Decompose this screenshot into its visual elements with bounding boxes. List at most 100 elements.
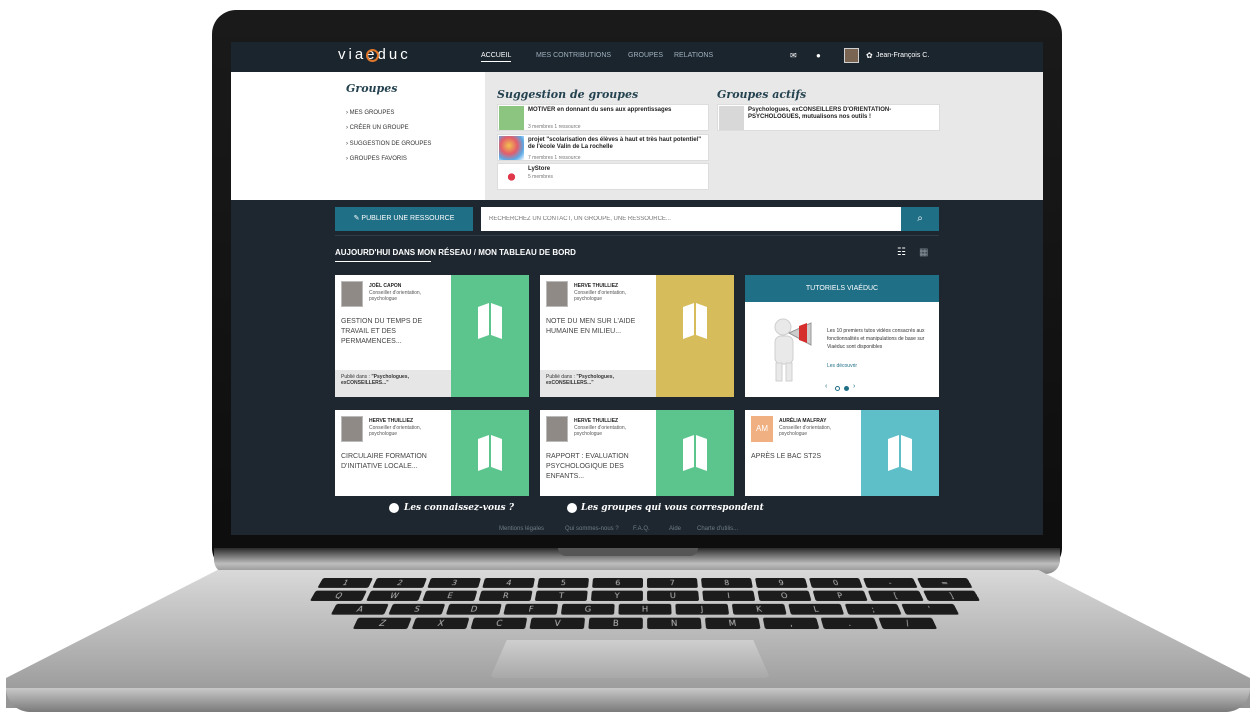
resource-card[interactable]: HERVE THUILLIEZ Conseiller d'orientation…: [540, 410, 734, 496]
resource-title[interactable]: GESTION DU TEMPS DE TRAVAIL ET DES PERMA…: [341, 317, 451, 347]
author-photo: [546, 416, 568, 442]
book-icon: [478, 303, 502, 339]
menu-item-creer-groupe[interactable]: › CRÉER UN GROUPE: [346, 125, 409, 131]
book-icon: [888, 435, 912, 471]
key: Y: [590, 590, 643, 601]
footer-link[interactable]: Charte d'utilis...: [697, 526, 738, 532]
key: 8: [701, 578, 753, 588]
author-name[interactable]: Aurélia MALFRAY: [779, 418, 826, 424]
suggestion-title[interactable]: projet "scolarisation des élèves à haut …: [528, 137, 708, 151]
footer-link[interactable]: Aide: [669, 526, 681, 532]
menu-item-suggestion-groupes[interactable]: › SUGGESTION DE GROUPES: [346, 141, 431, 147]
key: A: [330, 603, 389, 615]
key: [: [867, 590, 924, 601]
resource-card[interactable]: AM Aurélia MALFRAY Conseiller d'orientat…: [745, 410, 939, 496]
carousel-next-icon[interactable]: ›: [853, 383, 855, 390]
people-you-may-know-link[interactable]: Les connaissez-vous ?: [404, 503, 514, 513]
author-role: Conseiller d'orientation, psychologue: [574, 290, 627, 302]
active-group-title[interactable]: Psychologues, exCONSEILLERS D'ORIENTATIO…: [748, 107, 933, 121]
keyboard-row: Q W E R T Y U I O P [ ]: [213, 590, 1077, 601]
carousel-prev-icon[interactable]: ‹: [825, 383, 827, 390]
key: D: [445, 603, 502, 615]
resource-cover: [451, 275, 529, 397]
resource-title[interactable]: RAPPORT : EVALUATION PSYCHOLOGIQUE DES E…: [546, 452, 656, 482]
resource-title[interactable]: NOTE DU MEN SUR L'AIDE HUMAINE EN MILIEU…: [546, 317, 656, 337]
menu-item-label: MES GROUPES: [349, 110, 395, 116]
nav-item-groupes[interactable]: GROUPES: [628, 52, 663, 59]
key: B: [588, 617, 643, 630]
resource-cover: [861, 410, 939, 496]
key: M: [704, 617, 761, 630]
footer-link[interactable]: F.A.Q.: [633, 526, 650, 532]
key: X: [411, 617, 470, 630]
key: .: [820, 617, 879, 630]
author-initials-avatar: AM: [751, 416, 773, 442]
author-name[interactable]: HERVE THUILLIEZ: [574, 418, 618, 424]
search-button[interactable]: ⌕: [901, 207, 939, 231]
carousel-dot[interactable]: [835, 386, 840, 391]
tutorial-link[interactable]: Les découvrir: [827, 363, 857, 369]
footer-link[interactable]: Qui sommes-nous ?: [565, 526, 619, 532]
suggestions-panel: Suggestion de groupes MOTIVER en donnant…: [485, 72, 1043, 200]
author-name[interactable]: HERVE THUILLIEZ: [369, 418, 413, 424]
author-name[interactable]: Joël CAPON: [369, 283, 401, 289]
nav-item-relations[interactable]: RELATIONS: [674, 52, 713, 59]
publish-resource-button[interactable]: ✎ PUBLIER UNE RESSOURCE: [335, 207, 473, 231]
mail-icon[interactable]: ✉: [790, 51, 797, 60]
search-input[interactable]: [481, 207, 901, 231]
nav-item-mes-contributions[interactable]: MES CONTRIBUTIONS: [536, 52, 611, 59]
grid-view-icon[interactable]: ▦: [919, 247, 928, 258]
tutorial-card[interactable]: TUTORIELS VIAÉDUC Les 10 premiers tutos …: [745, 275, 939, 397]
resource-title[interactable]: APRÈS LE BAC ST2S: [751, 452, 861, 462]
list-view-icon[interactable]: ☷: [897, 247, 906, 258]
suggestion-card[interactable]: MOTIVER en donnant du sens aux apprentis…: [497, 104, 709, 131]
card-footer: Publié dans : "Psychologues, exCONSEILLE…: [335, 370, 451, 397]
bell-icon[interactable]: ●: [816, 51, 821, 60]
keyboard-row: Z X C V B N M , . /: [192, 617, 1097, 630]
author-photo: [546, 281, 568, 307]
groups-title: Groupes: [346, 82, 398, 95]
group-thumbnail: [499, 136, 524, 160]
footer-link[interactable]: Mentions légales: [499, 526, 544, 532]
keyboard: 1 2 3 4 5 6 7 8 9 0 - = Q W E R T Y U I …: [190, 578, 1100, 632]
key: 9: [755, 578, 808, 588]
resource-title[interactable]: CIRCULAIRE FORMATION D'INITIATIVE LOCALE…: [341, 452, 451, 472]
carousel-dot-active[interactable]: [844, 386, 849, 391]
book-icon: [478, 435, 502, 471]
resource-card[interactable]: Joël CAPON Conseiller d'orientation, psy…: [335, 275, 529, 397]
menu-item-groupes-favoris[interactable]: › GROUPES FAVORIS: [346, 156, 407, 162]
user-name[interactable]: Jean-François C.: [876, 52, 929, 59]
suggestion-card[interactable]: projet "scolarisation des élèves à haut …: [497, 134, 709, 161]
author-name[interactable]: HERVE THUILLIEZ: [574, 283, 618, 289]
active-group-card[interactable]: Psychologues, exCONSEILLERS D'ORIENTATIO…: [717, 104, 940, 131]
key: Z: [352, 617, 412, 630]
key: 7: [647, 578, 698, 588]
group-thumbnail: [499, 106, 524, 130]
key: K: [731, 603, 787, 615]
resource-card[interactable]: HERVE THUILLIEZ Conseiller d'orientation…: [540, 275, 734, 397]
avatar[interactable]: [844, 48, 859, 63]
dashboard-title: AUJOURD'HUI DANS MON RÉSEAU / MON TABLEA…: [335, 248, 576, 257]
author-role: Conseiller d'orientation, psychologue: [369, 290, 422, 302]
key: R: [478, 590, 533, 601]
suggestion-title[interactable]: LyStore: [528, 166, 550, 173]
groups-icon: [567, 503, 577, 513]
suggestion-card[interactable]: LyStore 5 membres: [497, 163, 709, 190]
key: L: [788, 603, 845, 615]
resource-cover: [656, 410, 734, 496]
resource-card[interactable]: HERVE THUILLIEZ Conseiller d'orientation…: [335, 410, 529, 496]
key: 2: [372, 578, 427, 588]
suggestion-title[interactable]: MOTIVER en donnant du sens aux apprentis…: [528, 107, 708, 114]
suggestions-title: Suggestion de groupes: [497, 88, 639, 101]
book-icon: [683, 435, 707, 471]
key: J: [675, 603, 730, 615]
people-icon: [389, 503, 399, 513]
matching-groups-link[interactable]: Les groupes qui vous correspondent: [581, 503, 764, 513]
menu-item-label: GROUPES FAVORIS: [349, 156, 407, 162]
key: G: [560, 603, 615, 615]
menu-item-mes-groupes[interactable]: › MES GROUPES: [346, 110, 394, 116]
divider: [335, 235, 939, 236]
key: Q: [309, 590, 367, 601]
gear-icon[interactable]: ✿: [866, 51, 873, 60]
nav-item-accueil[interactable]: ACCUEIL: [481, 52, 512, 62]
